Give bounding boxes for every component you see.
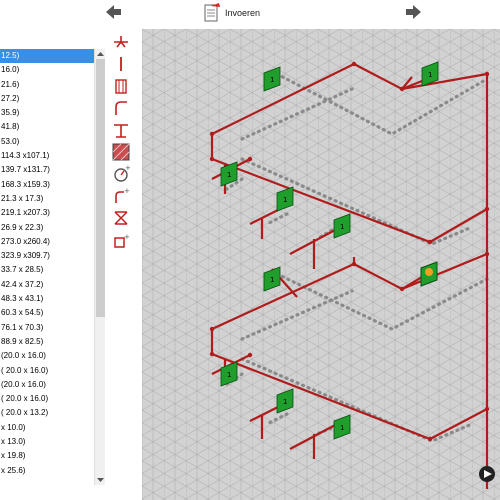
back-button[interactable] [104,3,124,21]
list-item[interactable]: ( 20.0 x 16.0) [0,364,105,378]
radiator-label: 1 [227,171,231,179]
pipe-joint[interactable] [484,251,490,257]
list-item[interactable]: 26.9 x 22.3) [0,221,105,235]
isometric-drawing[interactable]: 1 1 1 1 1 1 1 1 1 [142,29,500,500]
warning-icon [425,268,433,276]
list-item[interactable]: 21.3 x 17.3) [0,192,105,206]
list-item[interactable]: (20.0 x 16.0) [0,378,105,392]
radiator-label: 1 [283,196,287,204]
list-item[interactable]: 60.3 x 54.5) [0,306,105,320]
bend-tool-icon [115,101,127,115]
radiator-label: 1 [340,424,344,432]
list-item[interactable]: 16.0) [0,63,105,77]
list-item[interactable]: x 25.6) [0,464,105,478]
radiator-label: 1 [283,398,287,406]
radiator-label: 1 [340,223,344,231]
list-item[interactable]: 27.2) [0,92,105,106]
list-item[interactable]: x 10.0) [0,421,105,435]
list-item[interactable]: 42.4 x 37.2) [0,278,105,292]
mode-title-label: Invoeren [225,8,261,18]
list-item[interactable]: ( 20.0 x 13.2) [0,406,105,420]
list-item[interactable]: (20.0 x 16.0) [0,349,105,363]
svg-text:+: + [124,187,130,195]
list-item[interactable]: x 13.0) [0,435,105,449]
list-item[interactable]: 48.3 x 43.1) [0,292,105,306]
radiator-label: 1 [227,371,231,379]
gauge-tool-button[interactable]: + [110,164,132,184]
pipe-joint[interactable] [484,71,490,77]
hatch-tool-icon [112,143,130,161]
app-window: Invoeren 12.5) 16.0) 21.6) 27.2) 35.9) 41.8) 5… [0,0,500,500]
pipe-joint[interactable] [399,86,405,92]
pipe-add-tool-icon: + [115,187,130,203]
pipe-joint[interactable] [209,156,215,162]
list-item[interactable]: ( 20.0 x 16.0) [0,392,105,406]
valve-tool-button[interactable] [110,208,132,228]
scroll-down-button[interactable] [95,475,106,485]
list-item[interactable]: 21.6) [0,78,105,92]
pipe-size-list[interactable]: 12.5) 16.0) 21.6) 27.2) 35.9) 41.8) 53.0) 114.3… [0,49,105,484]
list-scrollbar[interactable] [94,49,105,485]
pipe-joint[interactable] [209,351,215,357]
list-item[interactable]: 41.8) [0,120,105,134]
pipe-joint[interactable] [351,261,357,267]
document-icon [204,3,220,22]
tap-tool-icon [114,36,128,48]
list-item[interactable]: 35.9) [0,106,105,120]
pipe-joint[interactable] [427,239,433,245]
chevron-down-icon [97,478,104,482]
tee-tool-icon [114,124,128,138]
scroll-thumb[interactable] [96,59,105,317]
pipe-add-tool-button[interactable]: + [110,186,132,206]
radiator-label: 1 [270,76,274,84]
list-item[interactable]: 323.9 x309.7) [0,249,105,263]
arrow-left-icon [106,5,121,19]
radiator-label: 1 [270,276,274,284]
box-add-tool-icon: + [114,233,130,248]
pipe-joint[interactable] [209,131,215,137]
list-item[interactable]: 273.0 x260.4) [0,235,105,249]
boiler-icon[interactable] [479,466,495,482]
valve-tool-icon [114,211,128,225]
list-item[interactable]: 168.3 x159.3) [0,178,105,192]
tool-palette: + + + [108,30,134,270]
scroll-up-button[interactable] [95,49,106,59]
list-item[interactable]: 139.7 x131.7) [0,163,105,177]
list-item[interactable]: 114.3 x107.1) [0,149,105,163]
list-item[interactable]: 53.0) [0,135,105,149]
drawing-canvas[interactable]: 1 1 1 1 1 1 1 1 1 [142,29,500,500]
svg-text:+: + [125,164,131,172]
pipe-joint[interactable] [427,436,433,442]
line-tool-icon [120,57,122,71]
line-tool-button[interactable] [110,54,132,74]
pipe-joint[interactable] [484,406,490,412]
forward-button[interactable] [403,3,423,21]
list-item[interactable]: 33.7 x 28.5) [0,263,105,277]
box-add-tool-button[interactable]: + [110,230,132,250]
list-item[interactable]: x 19.8) [0,449,105,463]
mode-title[interactable]: Invoeren [203,2,260,24]
svg-text:+: + [124,233,130,241]
pipe-joint[interactable] [484,206,490,212]
hatch-tool-button[interactable] [110,142,132,162]
radiator-tool-button[interactable] [110,76,132,96]
chevron-up-icon [97,52,104,56]
list-item[interactable]: 88.9 x 82.5) [0,335,105,349]
bend-tool-button[interactable] [110,98,132,118]
pipe-joint[interactable] [247,352,253,358]
top-toolbar: Invoeren [0,0,500,28]
arrow-right-icon [406,5,421,19]
list-item[interactable]: 12.5) [0,49,105,64]
pipe-joint[interactable] [247,156,253,162]
list-item[interactable]: 76.1 x 70.3) [0,321,105,335]
tap-tool-button[interactable] [110,32,132,52]
tee-tool-button[interactable] [110,120,132,140]
gauge-tool-icon: + [114,164,131,182]
radiator-label: 1 [428,71,432,79]
pipe-joint[interactable] [209,326,215,332]
pipe-joint[interactable] [399,286,405,292]
list-item[interactable]: 219.1 x207.3) [0,206,105,220]
radiator-tool-icon [115,79,127,94]
pipe-joint[interactable] [351,61,357,67]
